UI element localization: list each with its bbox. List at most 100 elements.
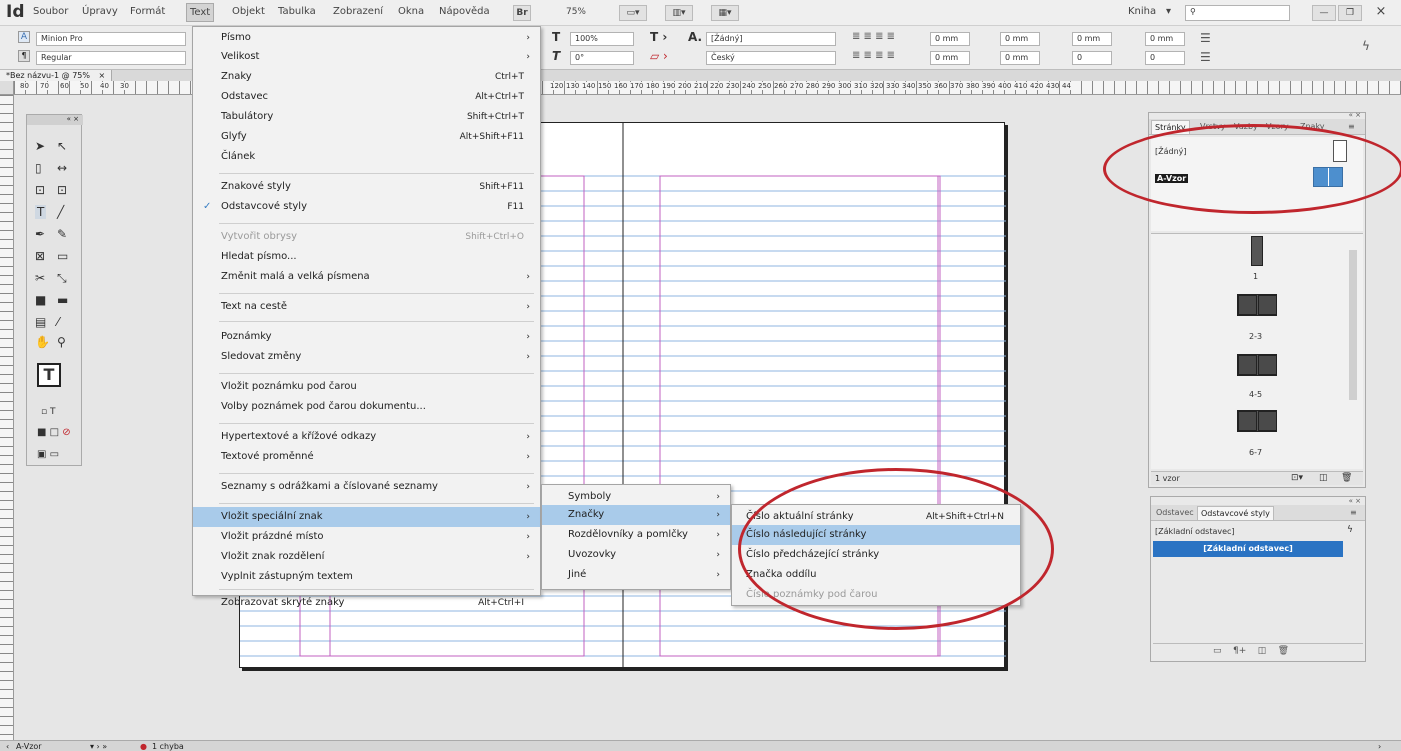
special-menu-item[interactable]: Symboly › [542, 487, 730, 507]
clear-overrides-icon[interactable]: ¶+ [1233, 646, 1246, 656]
tools-panel-header[interactable]: « × [27, 115, 83, 125]
text-menu-item[interactable]: ✓ Odstavcové styly F11 [193, 197, 540, 217]
special-menu-item[interactable]: Uvozovky › [542, 545, 730, 565]
hand-tool-icon[interactable]: ✋ [35, 335, 50, 349]
menu-upravy[interactable]: Úpravy [82, 6, 118, 17]
view-options-icon[interactable]: ▥▾ [665, 5, 693, 21]
status-nav-prev-icon[interactable]: ‹ [6, 741, 9, 751]
text-menu-item[interactable]: Znaky Ctrl+T [193, 67, 540, 87]
text-menu-item[interactable]: Vyplnit zástupným textem [193, 567, 540, 587]
drop-cap-lines-field[interactable]: 0 [1072, 51, 1112, 65]
quick-apply-icon[interactable]: ϟ [1347, 525, 1353, 535]
menu-tabulka[interactable]: Tabulka [278, 6, 316, 17]
special-menu-item[interactable]: Jiné › [542, 565, 730, 585]
text-menu-item[interactable]: Seznamy s odrážkami a číslované seznamy › [193, 477, 540, 497]
workspace-switcher[interactable]: Kniha [1128, 6, 1156, 17]
panel-menu-icon[interactable]: ≡ [1345, 120, 1358, 134]
character-mode-icon[interactable]: A [18, 31, 30, 43]
document-tab[interactable]: *Bez názvu-1 @ 75% × [0, 70, 113, 81]
free-transform-tool-icon[interactable]: ⤡ [57, 271, 67, 286]
menu-objekt[interactable]: Objekt [232, 6, 265, 17]
tab-paragraph-styles[interactable]: Odstavcové styly [1197, 506, 1274, 520]
menu-format[interactable]: Formát [130, 6, 165, 17]
page-spread-thumbnail[interactable] [1237, 354, 1277, 376]
direct-selection-tool-icon[interactable]: ↖ [57, 139, 67, 153]
text-menu-item[interactable]: Tabulátory Shift+Ctrl+T [193, 107, 540, 127]
style-group-icon[interactable]: ▭ [1213, 646, 1222, 656]
space-before-field[interactable]: 0 mm [1072, 32, 1112, 46]
horizontal-scale-field[interactable]: 100% [570, 32, 634, 46]
bridge-button[interactable]: Br [513, 5, 531, 21]
type-tool-icon[interactable]: T [35, 205, 47, 219]
paragraph-mode-icon[interactable]: ¶ [18, 50, 30, 62]
menu-okna[interactable]: Okna [398, 6, 424, 17]
text-menu-item[interactable]: Textové proměnné › [193, 447, 540, 467]
scissors-tool-icon[interactable]: ✂ [35, 271, 45, 285]
pages-scrollbar[interactable] [1349, 250, 1357, 400]
bullets-icon[interactable]: ☰ [1200, 31, 1211, 45]
trash-icon[interactable]: 🗑 [1341, 473, 1352, 483]
gradient-feather-tool-icon[interactable]: ▬ [57, 293, 68, 307]
tools-panel[interactable]: « × ➤ ↖ ▯ ↔ ⊡ ⊡ T ╱ ✒ ✎ ⊠ ▭ ✂ ⤡ ■ ▬ ▤ ⁄ … [26, 114, 83, 466]
preflight-status[interactable]: 1 chyba [152, 741, 184, 751]
minimize-button[interactable]: — [1312, 5, 1336, 21]
page-tool-icon[interactable]: ▯ [35, 161, 42, 175]
selection-tool-icon[interactable]: ➤ [35, 139, 45, 153]
screen-mode-icon[interactable]: ▭▾ [619, 5, 647, 21]
text-menu-item[interactable]: Glyfy Alt+Shift+F11 [193, 127, 540, 147]
numbering-icon[interactable]: ☰ [1200, 50, 1211, 64]
pen-tool-icon[interactable]: ✒ [35, 227, 45, 241]
help-search-input[interactable]: ⚲ [1185, 5, 1290, 21]
page-thumbnail[interactable] [1251, 236, 1263, 266]
document-tab-close-icon[interactable]: × [99, 71, 106, 80]
vertical-ruler[interactable] [0, 95, 14, 740]
text-menu-item[interactable]: Vložit speciální znak › [193, 507, 540, 527]
stroke-none-icon[interactable]: ▱ › [650, 49, 668, 63]
last-line-indent-field[interactable]: 0 mm [1000, 51, 1040, 65]
screen-mode-tool-icon[interactable]: ▣ ▭ [37, 449, 59, 460]
rectangle-frame-tool-icon[interactable]: ⊠ [35, 249, 45, 263]
status-scroll-icon[interactable]: › [1378, 741, 1381, 751]
styles-panel-menu-icon[interactable]: ≡ [1347, 506, 1360, 520]
justify-buttons-icon[interactable]: ≣ ≣ ≣ ≣ [852, 50, 895, 61]
text-fill-icon[interactable]: T › [650, 30, 667, 44]
align-buttons-icon[interactable]: ≣ ≣ ≣ ≣ [852, 31, 895, 42]
left-indent-field[interactable]: 0 mm [930, 32, 970, 46]
note-tool-icon[interactable]: ▤ [35, 315, 46, 329]
text-menu-item[interactable]: Změnit malá a velká písmena › [193, 267, 540, 287]
text-menu-item[interactable]: Text na cestě › [193, 297, 540, 317]
text-menu-item[interactable]: Písmo › [193, 28, 540, 48]
language-select[interactable]: Český [706, 51, 836, 65]
right-indent-field[interactable]: 0 mm [1000, 32, 1040, 46]
text-menu-item[interactable]: Zobrazovat skryté znaky Alt+Ctrl+I [193, 593, 540, 613]
new-page-icon[interactable]: ◫ [1319, 473, 1328, 483]
styles-panel-header[interactable]: « × [1151, 497, 1365, 505]
text-menu-item[interactable]: Odstavec Alt+Ctrl+T [193, 87, 540, 107]
zoom-tool-icon[interactable]: ⚲ [57, 335, 66, 349]
apply-color-icon[interactable]: ■ □ ⊘ [37, 427, 71, 438]
new-style-icon[interactable]: ◫ [1258, 646, 1267, 656]
line-tool-icon[interactable]: ╱ [57, 205, 64, 219]
text-menu-item[interactable]: Článek [193, 147, 540, 167]
content-placer-icon[interactable]: ⊡ [57, 183, 67, 197]
workspace-chevron-icon[interactable]: ▾ [1166, 6, 1171, 17]
pages-panel-header[interactable]: « × [1149, 111, 1365, 119]
gap-tool-icon[interactable]: ↔ [57, 161, 67, 175]
page-spread-thumbnail[interactable] [1237, 410, 1277, 432]
ruler-origin[interactable] [0, 81, 14, 95]
text-menu-item[interactable]: Volby poznámek pod čarou dokumentu... [193, 397, 540, 417]
text-menu-item[interactable]: Vložit poznámku pod čarou [193, 377, 540, 397]
text-menu-item[interactable]: Vložit znak rozdělení › [193, 547, 540, 567]
text-menu-item[interactable]: Hypertextové a křížové odkazy › [193, 427, 540, 447]
text-menu-item[interactable]: Hledat písmo... [193, 247, 540, 267]
character-style-select[interactable]: [Žádný] [706, 32, 836, 46]
page-size-icon[interactable]: ⊡▾ [1291, 473, 1303, 483]
zoom-select[interactable]: 75% [554, 5, 598, 21]
special-menu-item[interactable]: Značky › [542, 505, 730, 525]
gradient-swatch-tool-icon[interactable]: ■ [35, 293, 46, 307]
text-menu-item[interactable]: Velikost › [193, 47, 540, 67]
restore-button[interactable]: ❐ [1338, 5, 1362, 21]
space-after-field[interactable]: 0 mm [1145, 32, 1185, 46]
quick-apply-icon[interactable]: ϟ [1362, 39, 1370, 53]
font-family-select[interactable]: Minion Pro [36, 32, 186, 46]
